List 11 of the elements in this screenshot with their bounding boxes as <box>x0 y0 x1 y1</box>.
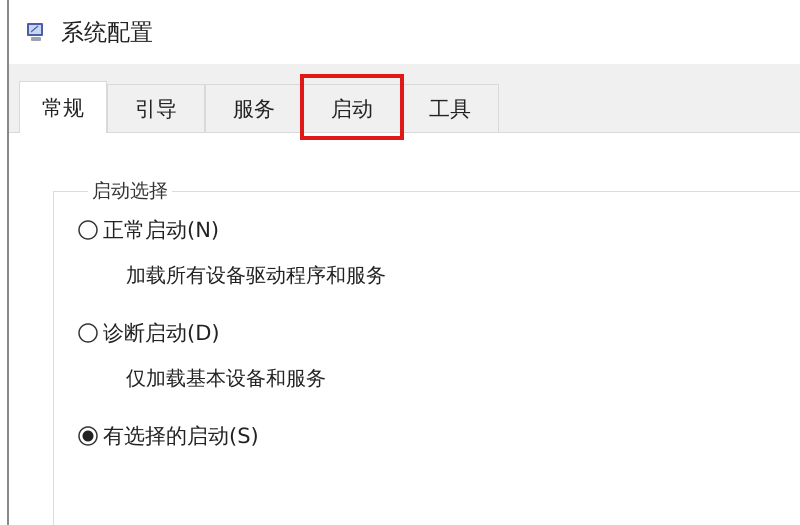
tab[interactable]: 常规 <box>19 81 107 133</box>
tab[interactable]: 引导 <box>107 84 205 132</box>
option-description: 仅加载基本设备和服务 <box>125 365 327 392</box>
radio-button[interactable]: 有选择的启动(S) <box>78 422 259 450</box>
option-description: 加载所有设备驱动程序和服务 <box>125 262 387 289</box>
group-title: 启动选择 <box>91 179 169 204</box>
radio-button[interactable]: 诊断启动(D) <box>78 319 220 347</box>
window-title: 系统配置 <box>61 18 153 48</box>
tab[interactable]: 工具 <box>401 84 499 132</box>
tab[interactable]: 服务 <box>205 84 303 132</box>
radio-button[interactable]: 正常启动(N) <box>78 216 220 244</box>
